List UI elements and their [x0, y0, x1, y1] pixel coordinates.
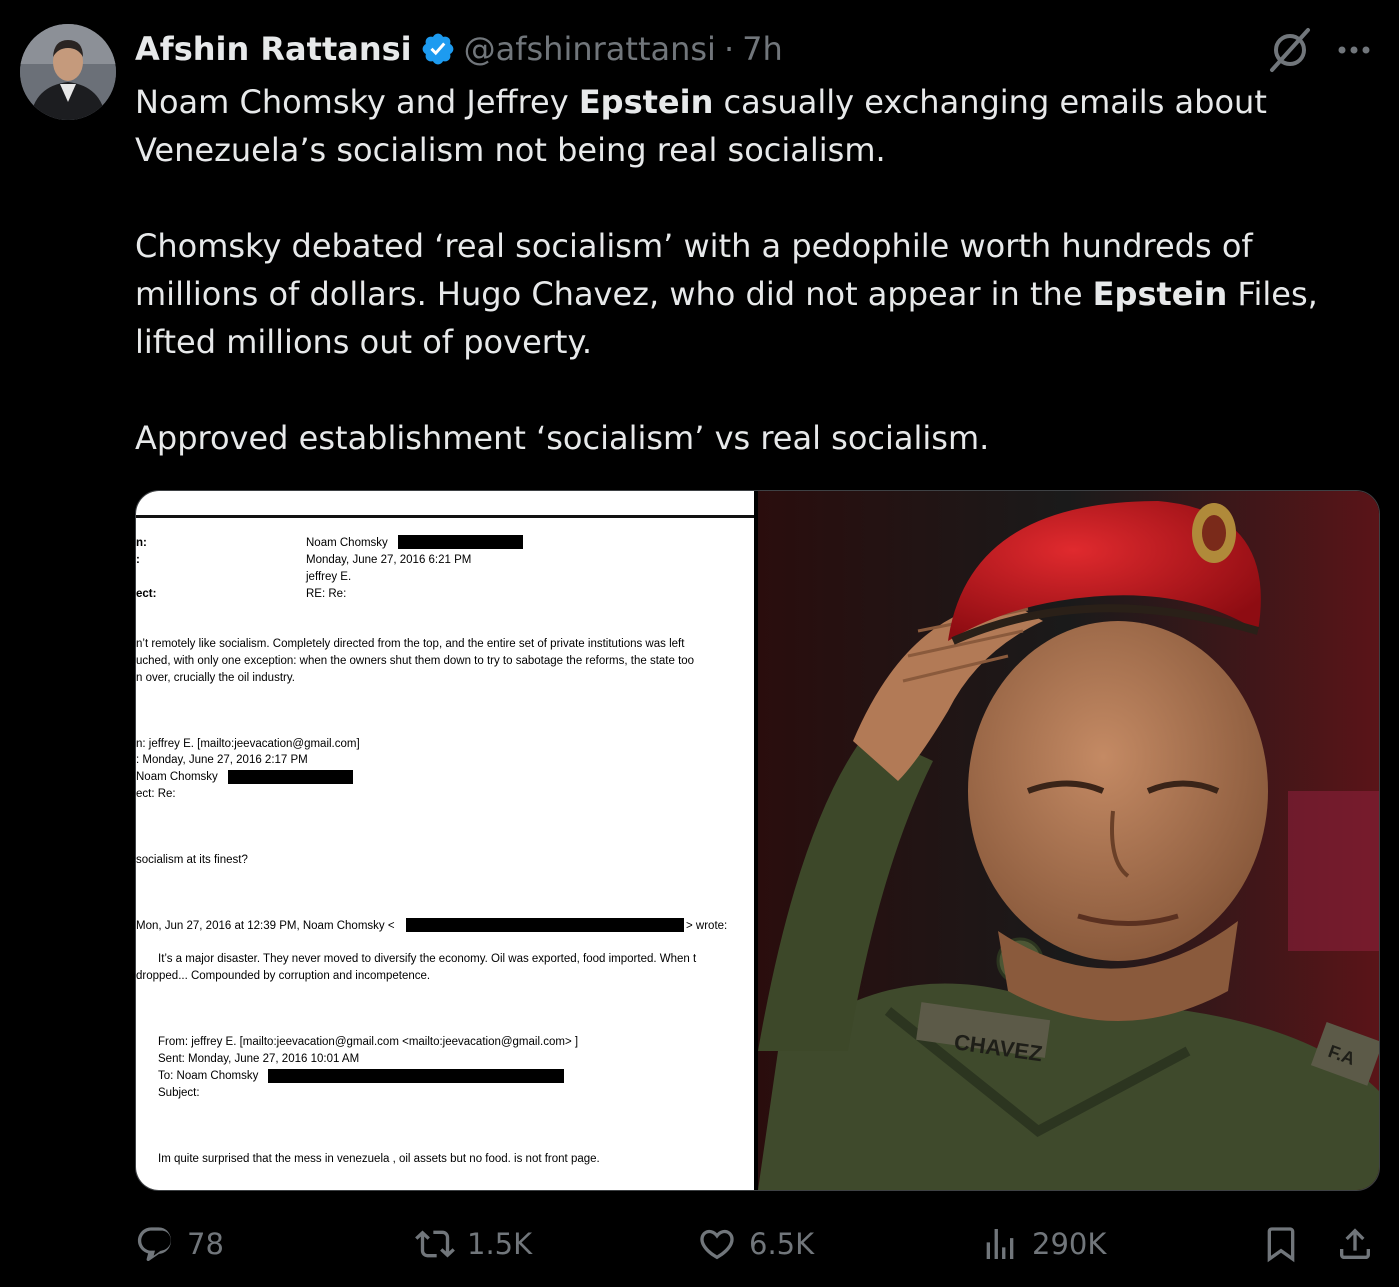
- doc-text: Monday, June 27, 2016 6:21 PM: [306, 554, 472, 566]
- doc-text: Noam Chomsky: [136, 771, 218, 783]
- like-icon: [700, 1229, 734, 1260]
- doc-text: > wrote:: [686, 920, 728, 932]
- doc-text: Noam Chomsky: [306, 537, 388, 549]
- tweet-actions: 78 1.5K 6.5K 290K: [135, 1222, 1378, 1270]
- doc-text: To: Noam Chomsky: [158, 1070, 259, 1082]
- chavez-salute-photo[interactable]: CHAVEZ F.A: [754, 491, 1379, 1190]
- redaction-bar: [268, 1069, 564, 1083]
- author-avatar[interactable]: [20, 24, 116, 120]
- tweet-paragraph-3: Approved establishment ‘socialism’ vs re…: [135, 419, 990, 457]
- tweet-header: Afshin Rattansi @afshinrattansi · 7h: [135, 26, 783, 72]
- reply-button[interactable]: 78: [135, 1224, 224, 1264]
- share-icon: [1340, 1228, 1370, 1259]
- doc-text: RE: Re:: [306, 588, 347, 600]
- doc-text: uched, with only one exception: when the…: [136, 655, 695, 667]
- doc-text: From: jeffrey E. [mailto:jeevacation@gma…: [158, 1036, 579, 1048]
- email-document-image[interactable]: n: Noam Chomsky : Monday, June 27, 2016 …: [136, 491, 754, 1190]
- doc-text: :: [136, 554, 140, 566]
- doc-text: n:: [136, 537, 147, 549]
- header-separator: ·: [723, 30, 735, 68]
- tweet-paragraph-2: Chomsky debated ‘real socialism’ with a …: [135, 227, 1318, 361]
- doc-text: jeffrey E.: [306, 571, 352, 583]
- doc-text: Im quite surprised that the mess in vene…: [158, 1153, 600, 1165]
- repost-icon: [415, 1230, 455, 1258]
- tweet-text: Noam Chomsky and Jeffrey Epstein casuall…: [135, 78, 1375, 462]
- bookmark-icon: [1267, 1227, 1295, 1263]
- doc-text: n over, crucially the oil industry.: [136, 672, 295, 684]
- author-handle[interactable]: @afshinrattansi: [464, 30, 716, 68]
- views-button[interactable]: 290K: [980, 1224, 1106, 1264]
- like-count: 6.5K: [749, 1227, 815, 1261]
- doc-text: It’s a major disaster. They never moved …: [158, 953, 697, 965]
- highlight-epstein: Epstein: [578, 83, 714, 121]
- avatar-image: [20, 24, 116, 120]
- doc-text: n: jeffrey E. [mailto:jeevacation@gmail.…: [136, 738, 360, 750]
- doc-text: socialism at its finest?: [136, 854, 248, 866]
- tweet-media: n: Noam Chomsky : Monday, June 27, 2016 …: [135, 490, 1380, 1191]
- doc-text: ect: Re:: [136, 788, 176, 800]
- repost-button[interactable]: 1.5K: [415, 1224, 532, 1264]
- redaction-bar: [228, 770, 353, 784]
- doc-text: Subject:: [158, 1087, 200, 1099]
- bookmark-button[interactable]: [1261, 1224, 1313, 1264]
- doc-text: dropped... Compounded by corruption and …: [136, 970, 431, 982]
- reply-count: 78: [187, 1227, 224, 1261]
- tweet-timestamp[interactable]: 7h: [742, 30, 783, 68]
- like-button[interactable]: 6.5K: [697, 1224, 814, 1264]
- author-name[interactable]: Afshin Rattansi: [135, 30, 412, 68]
- doc-text: Mon, Jun 27, 2016 at 12:39 PM, Noam Chom…: [136, 920, 395, 932]
- more-icon[interactable]: [1334, 36, 1374, 64]
- share-button[interactable]: [1335, 1224, 1387, 1264]
- view-count: 290K: [1032, 1227, 1107, 1261]
- views-icon: [986, 1229, 1014, 1259]
- doc-text: ect:: [136, 588, 157, 600]
- grok-icon[interactable]: [1266, 26, 1314, 74]
- repost-count: 1.5K: [467, 1227, 533, 1261]
- doc-text: n’t remotely like socialism. Completely …: [136, 638, 685, 650]
- redaction-bar: [406, 918, 684, 932]
- doc-text: : Monday, June 27, 2016 2:17 PM: [136, 754, 308, 766]
- tweet-paragraph-1: Noam Chomsky and Jeffrey Epstein casuall…: [135, 83, 1267, 169]
- photo-image: CHAVEZ F.A: [758, 491, 1379, 1190]
- highlight-epstein: Epstein: [1092, 275, 1228, 313]
- verified-badge-icon[interactable]: [420, 31, 456, 67]
- doc-text: Sent: Monday, June 27, 2016 10:01 AM: [158, 1053, 360, 1065]
- redaction-bar: [398, 535, 523, 549]
- reply-icon: [137, 1227, 172, 1262]
